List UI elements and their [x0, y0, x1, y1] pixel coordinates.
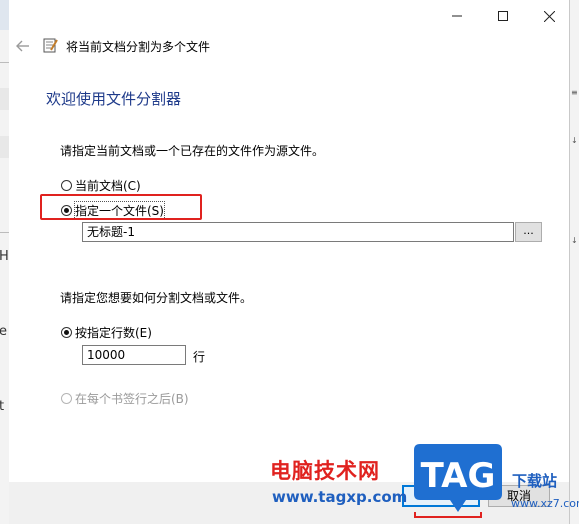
background-toolbar-row — [0, 136, 9, 158]
line-count-unit: 行 — [193, 350, 206, 364]
current-document-label: 当前文档(C) — [75, 179, 141, 193]
background-app-right-edge: ≡ ↓ ↓ — [569, 0, 579, 524]
after-bookmark-radio[interactable]: 在每个书签行之后(B) — [61, 390, 189, 407]
by-lines-radio[interactable]: 按指定行数(E) — [61, 324, 152, 341]
background-text-fragment: e — [0, 324, 7, 339]
source-prompt: 请指定当前文档或一个已存在的文件作为源文件。 — [60, 144, 325, 158]
maximize-icon — [498, 11, 508, 21]
minimize-icon — [452, 15, 462, 17]
close-button[interactable] — [526, 0, 572, 32]
annotation-highlight-box — [40, 194, 202, 220]
back-arrow-icon — [16, 40, 29, 52]
by-lines-label: 按指定行数(E) — [75, 326, 152, 340]
browse-button[interactable]: ... — [515, 222, 542, 242]
minimize-button[interactable] — [434, 0, 480, 32]
line-count-input[interactable]: 10000 — [82, 345, 186, 365]
watermark-download-url: www.xz7.com — [511, 497, 579, 510]
radio-circle-checked — [61, 327, 72, 338]
background-icon: ↓ — [571, 236, 578, 245]
maximize-button[interactable] — [480, 0, 526, 32]
watermark-site-url: www.tagxp.com — [272, 488, 408, 506]
after-bookmark-label: 在每个书签行之后(B) — [75, 392, 189, 406]
background-divider — [0, 62, 9, 63]
background-divider — [0, 232, 9, 233]
notepad-icon — [43, 38, 58, 53]
wizard-heading: 欢迎使用文件分割器 — [46, 90, 182, 108]
close-icon — [543, 10, 555, 22]
radio-circle — [61, 180, 72, 191]
watermark-download-site: 下载站 — [512, 472, 558, 490]
tag-logo-icon: TAG — [414, 444, 502, 512]
logo-text: TAG — [421, 456, 496, 496]
background-toolbar-band — [0, 0, 9, 30]
back-button[interactable] — [13, 36, 33, 56]
current-document-radio[interactable]: 当前文档(C) — [61, 177, 141, 194]
background-icon: ≡ — [571, 88, 578, 97]
split-prompt: 请指定您想要如何分割文档或文件。 — [60, 291, 253, 305]
background-icon: ↓ — [571, 136, 578, 145]
window-title: 将当前文档分割为多个文件 — [66, 40, 211, 54]
radio-circle-disabled — [61, 393, 72, 404]
background-toolbar-row — [0, 88, 9, 110]
file-path-input[interactable]: 无标题-1 — [82, 222, 514, 242]
background-text-fragment: t — [0, 399, 5, 414]
background-text-fragment: H — [0, 249, 9, 264]
watermark-site-name: 电脑技术网 — [270, 459, 380, 483]
